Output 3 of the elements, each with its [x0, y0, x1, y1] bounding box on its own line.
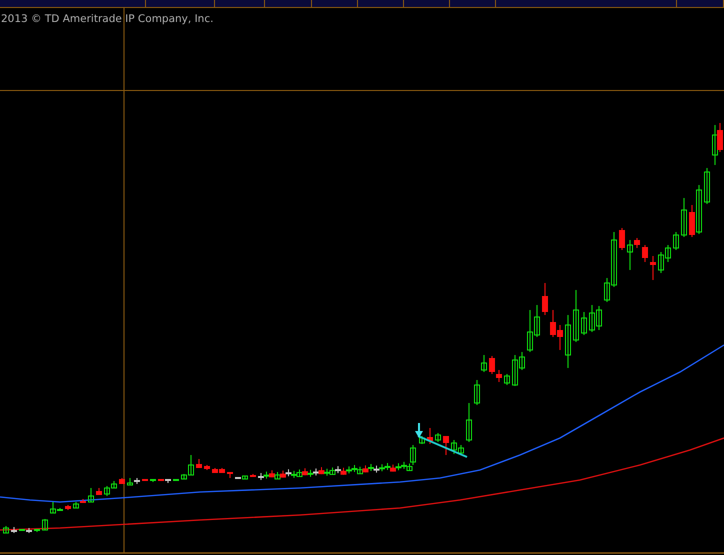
- copyright-text: 2013 © TD Ameritrade IP Company, Inc.: [1, 12, 214, 26]
- trend-line: [418, 435, 468, 458]
- down-arrow-icon: [415, 423, 423, 438]
